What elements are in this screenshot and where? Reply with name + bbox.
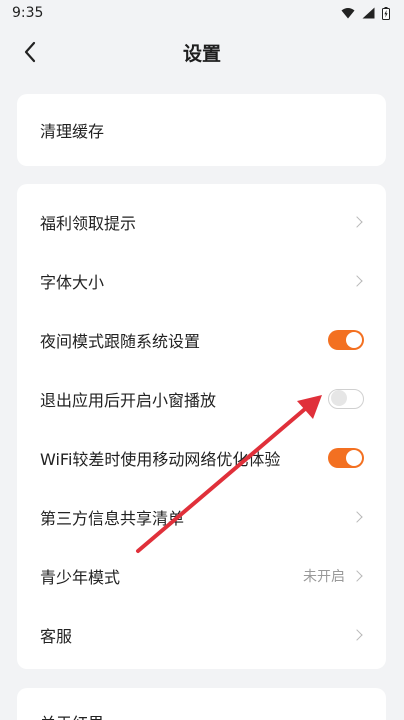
welfare-tips-label: 福利领取提示 [40, 213, 137, 233]
signal-icon [362, 7, 375, 19]
settings-card: 福利领取提示 字体大小 夜间模式跟随系统设置 退出应用后开启小窗播放 WiFi较… [17, 184, 386, 669]
toggle-knob [331, 390, 347, 406]
back-button[interactable] [14, 36, 46, 68]
third-party-sharing-row[interactable]: 第三方信息共享清单 [17, 487, 386, 546]
wifi-optimize-label: WiFi较差时使用移动网络优化体验 [40, 449, 281, 469]
chevron-right-icon [351, 628, 363, 641]
wifi-icon [341, 8, 355, 19]
battery-icon [382, 6, 390, 20]
chevron-right-icon [351, 510, 363, 523]
mini-window-label: 退出应用后开启小窗播放 [40, 390, 217, 410]
chevron-right-icon [351, 274, 363, 287]
about-row[interactable]: 关于红果 [17, 688, 386, 720]
font-size-row[interactable]: 字体大小 [17, 251, 386, 310]
settings-screen: 9:35 设置 清理缓存 福利领取提示 字体大小 夜间模式跟随系统设置 退出应用… [0, 0, 404, 720]
teen-mode-right: 未开启 [303, 566, 364, 586]
status-time: 9:35 [12, 5, 44, 21]
cache-card: 清理缓存 [17, 94, 386, 166]
navigation-bar: 设置 [0, 28, 404, 76]
font-size-label: 字体大小 [40, 272, 105, 292]
night-mode-row: 夜间模式跟随系统设置 [17, 310, 386, 369]
chevron-left-icon [24, 41, 36, 63]
wifi-optimize-row: WiFi较差时使用移动网络优化体验 [17, 428, 386, 487]
welfare-tips-row[interactable]: 福利领取提示 [17, 192, 386, 251]
status-icons [341, 6, 390, 20]
clear-cache-label: 清理缓存 [40, 122, 105, 141]
teen-mode-row[interactable]: 青少年模式 未开启 [17, 546, 386, 605]
status-bar: 9:35 [0, 0, 404, 26]
night-mode-toggle[interactable] [328, 329, 364, 350]
mini-window-toggle[interactable] [328, 388, 364, 409]
about-card: 关于红果 [17, 688, 386, 720]
page-title: 设置 [182, 42, 221, 65]
toggle-knob [346, 331, 362, 348]
chevron-right-icon [351, 215, 363, 228]
third-party-sharing-label: 第三方信息共享清单 [40, 508, 185, 528]
teen-mode-label: 青少年模式 [40, 567, 121, 587]
teen-mode-status: 未开启 [303, 568, 345, 585]
night-mode-label: 夜间模式跟随系统设置 [40, 331, 201, 351]
chevron-right-icon [351, 569, 363, 582]
wifi-optimize-toggle[interactable] [328, 447, 364, 468]
mini-window-row: 退出应用后开启小窗播放 [17, 369, 386, 428]
about-label: 关于红果 [40, 710, 104, 720]
toggle-knob [346, 449, 362, 466]
customer-service-label: 客服 [40, 626, 73, 646]
customer-service-row[interactable]: 客服 [17, 605, 386, 664]
clear-cache-row[interactable]: 清理缓存 [17, 94, 386, 166]
